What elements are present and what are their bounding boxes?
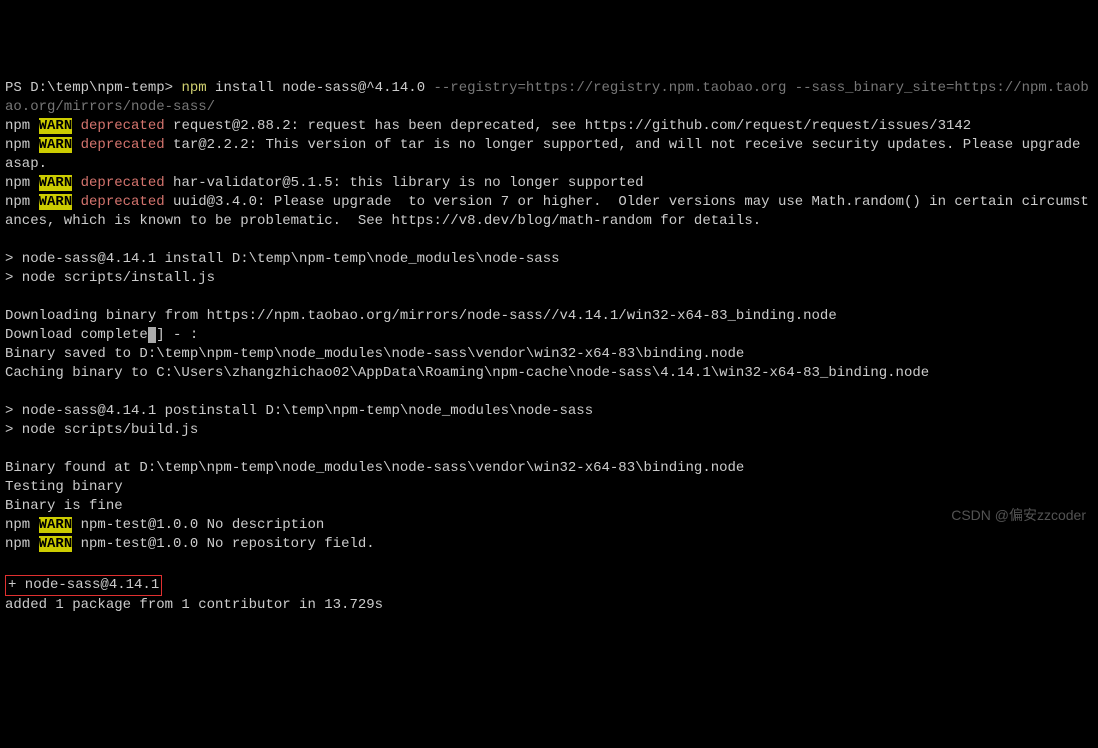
postinstall-header: > node-sass@4.14.1 postinstall D:\temp\n… [5, 403, 593, 419]
watermark: CSDN @偏安zzcoder [951, 506, 1086, 525]
prompt: PS D:\temp\npm-temp> npm install node-sa… [5, 80, 1089, 115]
warn-line-6: npm WARN npm-test@1.0.0 No repository fi… [5, 536, 375, 552]
download-complete-line: Download complete ] - : [5, 327, 198, 343]
warn-line-1: npm WARN deprecated request@2.88.2: requ… [5, 118, 971, 134]
binary-fine-line: Binary is fine [5, 498, 123, 514]
install-header: > node-sass@4.14.1 install D:\temp\npm-t… [5, 251, 560, 267]
warn-line-5: npm WARN npm-test@1.0.0 No description [5, 517, 324, 533]
warn-line-4: npm WARN deprecated uuid@3.4.0: Please u… [5, 194, 1089, 229]
warn-line-2: npm WARN deprecated tar@2.2.2: This vers… [5, 137, 1089, 172]
binary-found-line: Binary found at D:\temp\npm-temp\node_mo… [5, 460, 744, 476]
testing-line: Testing binary [5, 479, 123, 495]
binary-saved-line: Binary saved to D:\temp\npm-temp\node_mo… [5, 346, 744, 362]
warn-line-3: npm WARN deprecated har-validator@5.1.5:… [5, 175, 644, 191]
caching-line: Caching binary to C:\Users\zhangzhichao0… [5, 365, 929, 381]
install-script: > node scripts/install.js [5, 270, 215, 286]
result-box: + node-sass@4.14.1 [5, 575, 162, 596]
downloading-line: Downloading binary from https://npm.taob… [5, 308, 837, 324]
build-script: > node scripts/build.js [5, 422, 198, 438]
terminal-output: PS D:\temp\npm-temp> npm install node-sa… [5, 79, 1093, 615]
added-line: added 1 package from 1 contributor in 13… [5, 597, 383, 613]
